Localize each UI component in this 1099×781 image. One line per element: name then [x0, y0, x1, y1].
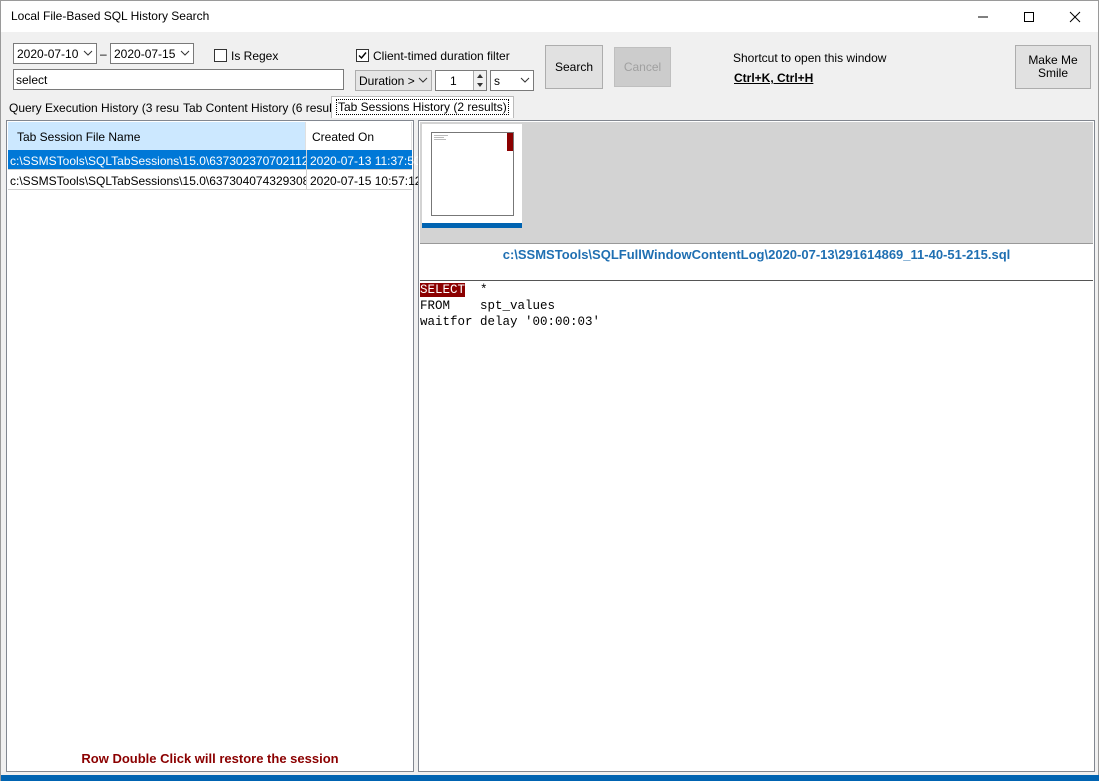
stepper-buttons[interactable]	[473, 71, 486, 90]
sessions-grid: Tab Session File Name Created On c:\SSMS…	[6, 120, 421, 772]
sql-code-view[interactable]: SELECT * FROM spt_values waitfor delay '…	[420, 282, 1093, 330]
table-row[interactable]: c:\SSMSTools\SQLTabSessions\15.0\6373023…	[8, 150, 421, 170]
tab-thumbnail[interactable]	[422, 124, 522, 228]
cell-file-name: c:\SSMSTools\SQLTabSessions\15.0\6373040…	[8, 170, 306, 190]
minimize-icon	[978, 16, 988, 17]
code-keyword: SELECT	[420, 283, 466, 297]
duration-operator-select[interactable]: Duration >	[355, 70, 432, 91]
duration-filter-checkbox[interactable]	[356, 49, 369, 62]
thumbnail-text-line	[434, 139, 446, 140]
tab-sessions-label: Tab Sessions History (2 results)	[336, 99, 509, 115]
window-title: Local File-Based SQL History Search	[11, 9, 210, 23]
code-text: waitfor delay '00:00:03'	[420, 315, 601, 329]
column-header-file-name[interactable]: Tab Session File Name	[8, 122, 306, 150]
duration-unit-select[interactable]: s	[490, 70, 534, 91]
close-icon	[1069, 11, 1081, 22]
code-line: FROM spt_values	[420, 298, 1093, 314]
thumbnail-text-line	[434, 135, 448, 136]
date-to-picker[interactable]: 2020-07-15	[110, 43, 194, 64]
column-header-created-on[interactable]: Created On	[306, 122, 412, 150]
grid-header: Tab Session File Name Created On	[8, 122, 412, 150]
is-regex-checkbox[interactable]	[214, 49, 227, 62]
duration-filter-label: Client-timed duration filter	[373, 49, 510, 63]
title-bar: Local File-Based SQL History Search	[1, 1, 1098, 32]
chevron-down-icon	[83, 50, 93, 56]
app-window: Local File-Based SQL History Search 2020…	[0, 0, 1099, 781]
tab-query-execution-label: Query Execution History (3 results)	[9, 101, 196, 115]
chevron-down-icon	[520, 77, 530, 83]
code-line: SELECT *	[420, 282, 1093, 298]
cell-created-on: 2020-07-13 11:37:50	[306, 150, 421, 170]
stepper-up-icon[interactable]	[474, 71, 486, 80]
search-button[interactable]: Search	[545, 45, 603, 89]
make-me-smile-button[interactable]: Make Me Smile	[1015, 45, 1091, 89]
preview-panel: c:\SSMSTools\SQLFullWindowContentLog\202…	[418, 120, 1095, 772]
code-line: waitfor delay '00:00:03'	[420, 314, 1093, 330]
table-row[interactable]: c:\SSMSTools\SQLTabSessions\15.0\6373040…	[8, 170, 421, 190]
cell-file-name: c:\SSMSTools\SQLTabSessions\15.0\6373023…	[8, 150, 306, 170]
chevron-down-icon	[418, 77, 428, 83]
checkmark-icon	[358, 52, 367, 60]
duration-operator-value: Duration >	[359, 74, 415, 88]
cancel-button[interactable]: Cancel	[614, 47, 671, 87]
duration-value-stepper[interactable]: 1	[435, 70, 487, 91]
tab-content-label: Tab Content History (6 results)	[183, 101, 346, 115]
thumbnail-marker	[507, 133, 513, 151]
tab-query-execution-history[interactable]: Query Execution History (3 results)	[5, 98, 200, 118]
close-button[interactable]	[1052, 1, 1098, 32]
maximize-icon	[1024, 11, 1034, 22]
thumbnail-page	[431, 132, 514, 216]
tab-content-history[interactable]: Tab Content History (6 results)	[179, 98, 350, 118]
restore-hint: Row Double Click will restore the sessio…	[81, 751, 339, 766]
code-text: FROM spt_values	[420, 299, 556, 313]
minimize-button[interactable]	[960, 1, 1006, 32]
stepper-down-icon[interactable]	[474, 81, 486, 90]
duration-unit-value: s	[494, 74, 500, 88]
thumbnail-strip	[420, 122, 1093, 243]
shortcut-keys: Ctrl+K, Ctrl+H	[734, 71, 814, 85]
shortcut-label: Shortcut to open this window	[733, 51, 887, 65]
date-separator: –	[100, 47, 107, 61]
chevron-down-icon	[180, 50, 190, 56]
duration-value: 1	[450, 74, 457, 88]
preview-file-path: c:\SSMSTools\SQLFullWindowContentLog\202…	[420, 243, 1093, 281]
date-from-picker[interactable]: 2020-07-10	[13, 43, 97, 64]
status-bar	[1, 775, 1099, 781]
code-text: *	[465, 283, 488, 297]
thumbnail-selection-bar	[422, 223, 522, 228]
tab-sessions-history[interactable]: Tab Sessions History (2 results)	[331, 96, 514, 118]
maximize-button[interactable]	[1006, 1, 1052, 32]
search-input-field[interactable]	[14, 70, 343, 89]
date-to-value: 2020-07-15	[114, 47, 176, 61]
thumbnail-text-line	[434, 137, 444, 138]
search-input[interactable]	[13, 69, 344, 90]
cell-created-on: 2020-07-15 10:57:12	[306, 170, 421, 190]
date-from-value: 2020-07-10	[17, 47, 79, 61]
is-regex-label: Is Regex	[231, 49, 279, 63]
